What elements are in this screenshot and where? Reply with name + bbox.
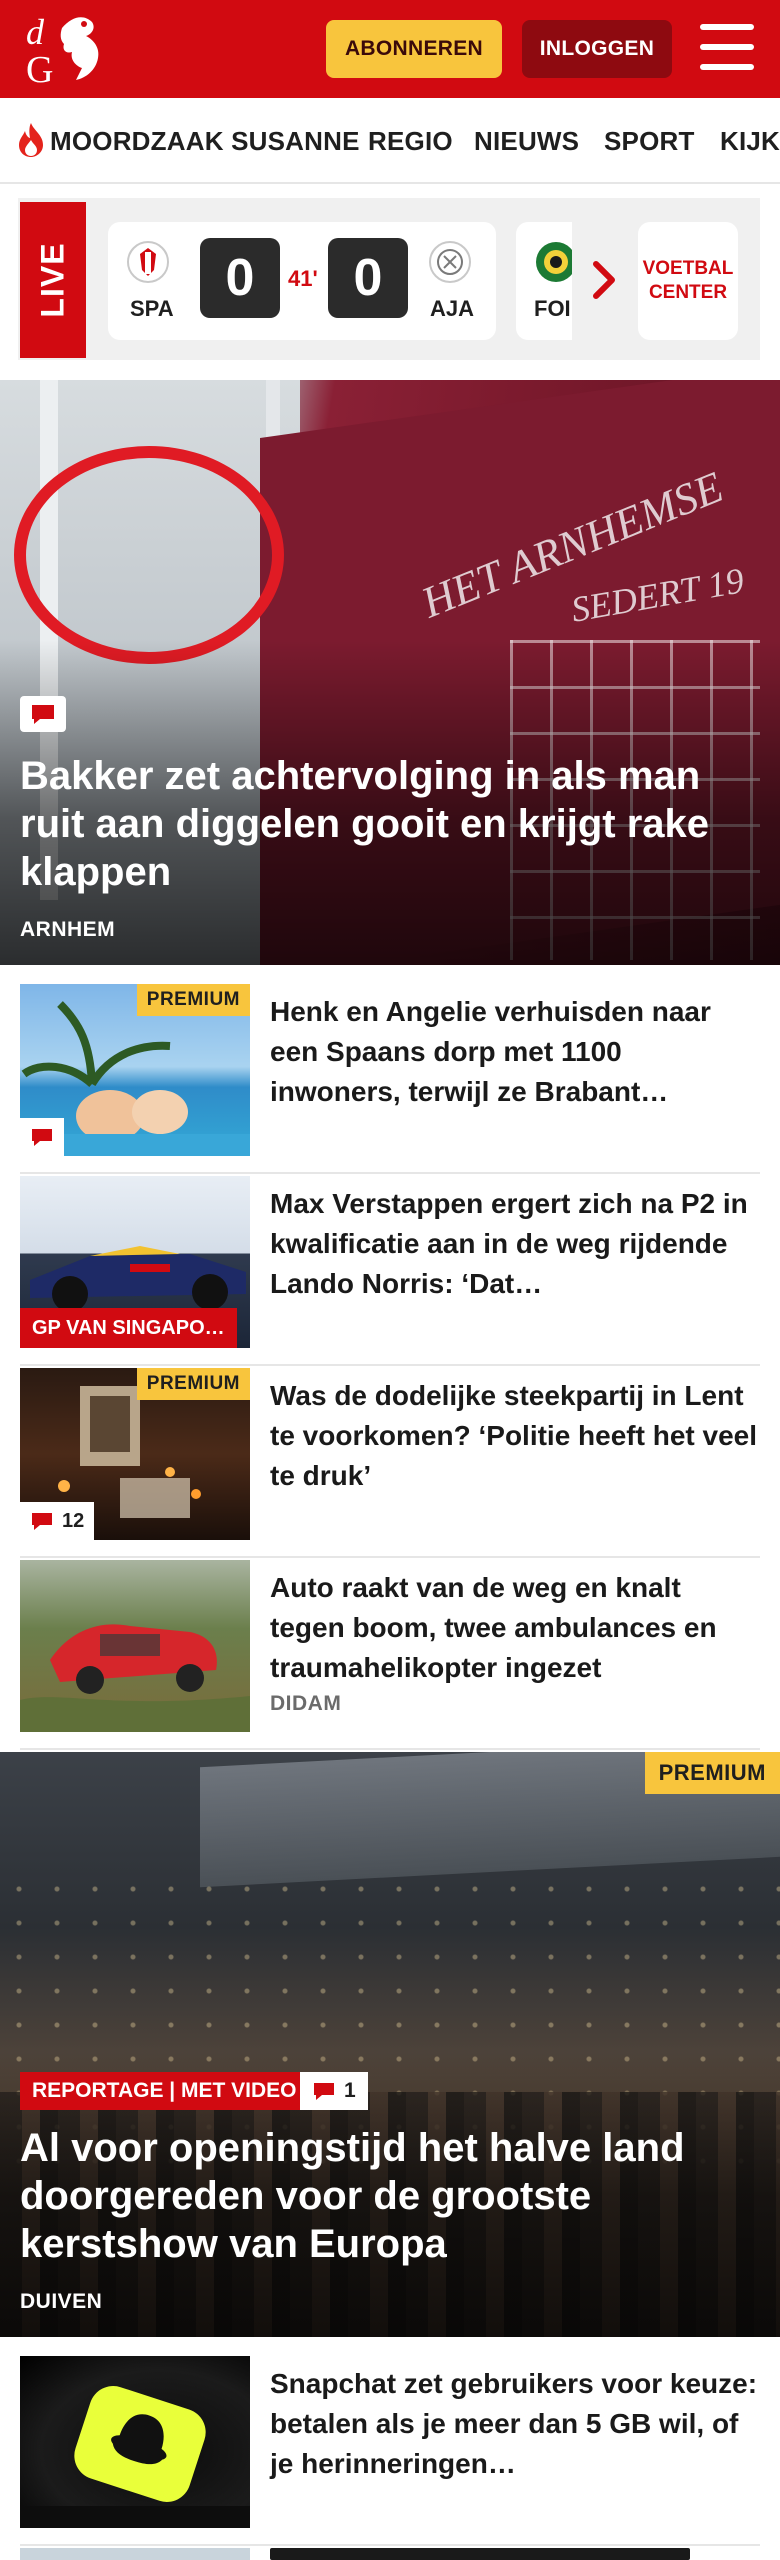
premium-badge: PREMIUM — [136, 984, 250, 1016]
comment-badge — [20, 1118, 64, 1156]
home-team-code: SPA — [130, 296, 174, 321]
category-label: REPORTAGE | MET VIDEO — [20, 2072, 309, 2110]
comment-count: 12 — [62, 1509, 85, 1532]
comment-count: 1 — [344, 2079, 356, 2102]
comment-icon — [32, 1513, 52, 1530]
svg-text:G: G — [26, 49, 53, 88]
article-title[interactable]: Henk en Angelie verhuisden naar een Spaa… — [270, 992, 760, 1112]
nav-item-sport[interactable]: SPORT — [604, 126, 695, 157]
article-thumbnail: GP VAN SINGAPO… — [20, 1176, 250, 1348]
article-thumbnail — [20, 2356, 250, 2528]
list-item[interactable] — [20, 2548, 760, 2560]
article-title[interactable]: Snapchat zet gebruikers voor keuze: beta… — [270, 2364, 760, 2484]
highlight-circle — [14, 446, 284, 664]
list-item[interactable]: PREMIUM 12 Was de dodelijke steekpartij … — [20, 1368, 760, 1558]
nav-item-moordzaak-susanne[interactable]: MOORDZAAK SUSANNE — [50, 126, 360, 157]
comment-icon — [314, 2083, 334, 2100]
premium-badge: PREMIUM — [644, 1752, 780, 1794]
chevron-right-icon[interactable] — [590, 260, 618, 300]
feature-headline[interactable]: Al voor openingstijd het halve land door… — [20, 2124, 760, 2268]
away-team-code: AJA — [430, 296, 475, 321]
list-item[interactable]: PREMIUM Henk en Angelie verhuisden naar … — [20, 984, 760, 1174]
article-thumbnail: PREMIUM — [20, 984, 250, 1156]
hero-location: ARNHEM — [20, 918, 116, 941]
ajax-crest-icon — [429, 241, 471, 283]
hero-article[interactable]: HET ARNHEMSE SEDERT 19 Bakker zet achter… — [0, 380, 780, 965]
list-item[interactable]: Auto raakt van de weg en knalt tegen boo… — [20, 1560, 760, 1750]
nav-item-kijk[interactable]: KIJK — [720, 126, 780, 157]
match-card[interactable]: SPA 0 41' 0 AJA — [108, 222, 496, 340]
login-button[interactable]: INLOGGEN — [522, 20, 672, 78]
article-location: DIDAM — [270, 1692, 342, 1715]
dg-logo[interactable]: d G — [22, 10, 114, 88]
away-score: 0 — [328, 238, 408, 318]
article-title[interactable]: Auto raakt van de weg en knalt tegen boo… — [270, 1568, 760, 1688]
article-thumbnail: PREMIUM 12 — [20, 1368, 250, 1540]
article-title[interactable]: Max Verstappen ergert zich na P2 in kwal… — [270, 1184, 760, 1304]
top-header: d G ABONNEREN INLOGGEN — [0, 0, 780, 98]
subscribe-button[interactable]: ABONNEREN — [326, 20, 502, 78]
article-thumbnail — [20, 1560, 250, 1732]
next-match-card[interactable]: FOI — [516, 222, 572, 340]
comment-badge: 1 — [300, 2072, 368, 2110]
comment-icon — [32, 1129, 52, 1146]
nav-item-nieuws[interactable]: NIEUWS — [474, 126, 579, 157]
match-minute: 41' — [288, 266, 318, 291]
live-label: LIVE — [20, 202, 86, 358]
voetbal-center-link[interactable]: VOETBAL CENTER — [638, 222, 738, 340]
category-label: GP VAN SINGAPO… — [20, 1308, 237, 1348]
article-title[interactable]: Was de dodelijke steekpartij in Lent te … — [270, 1376, 760, 1496]
nav-item-regio[interactable]: REGIO — [368, 126, 453, 157]
home-score: 0 — [200, 238, 280, 318]
list-item[interactable]: GP VAN SINGAPO… Max Verstappen ergert zi… — [20, 1176, 760, 1366]
comment-icon — [20, 696, 66, 732]
svg-text:d: d — [26, 12, 45, 52]
list-item[interactable]: Snapchat zet gebruikers voor keuze: beta… — [20, 2356, 760, 2546]
sparta-crest-icon — [127, 241, 169, 283]
feature-article[interactable]: PREMIUM REPORTAGE | MET VIDEO 1 Al voor … — [0, 1752, 780, 2337]
flame-icon — [19, 123, 43, 157]
menu-icon[interactable] — [700, 24, 754, 72]
comment-badge: 12 — [20, 1502, 95, 1540]
hero-headline[interactable]: Bakker zet achtervolging in als man ruit… — [20, 752, 760, 896]
fortuna-crest-icon — [536, 242, 572, 282]
feature-location: DUIVEN — [20, 2290, 103, 2313]
next-team-code: FOI — [534, 296, 571, 321]
premium-badge: PREMIUM — [136, 1368, 250, 1400]
live-scores-strip: LIVE SPA 0 41' 0 AJA FOI VOETBAL CENTER — [18, 198, 760, 360]
section-nav: MOORDZAAK SUSANNE REGIO NIEUWS SPORT KIJ… — [0, 98, 780, 184]
